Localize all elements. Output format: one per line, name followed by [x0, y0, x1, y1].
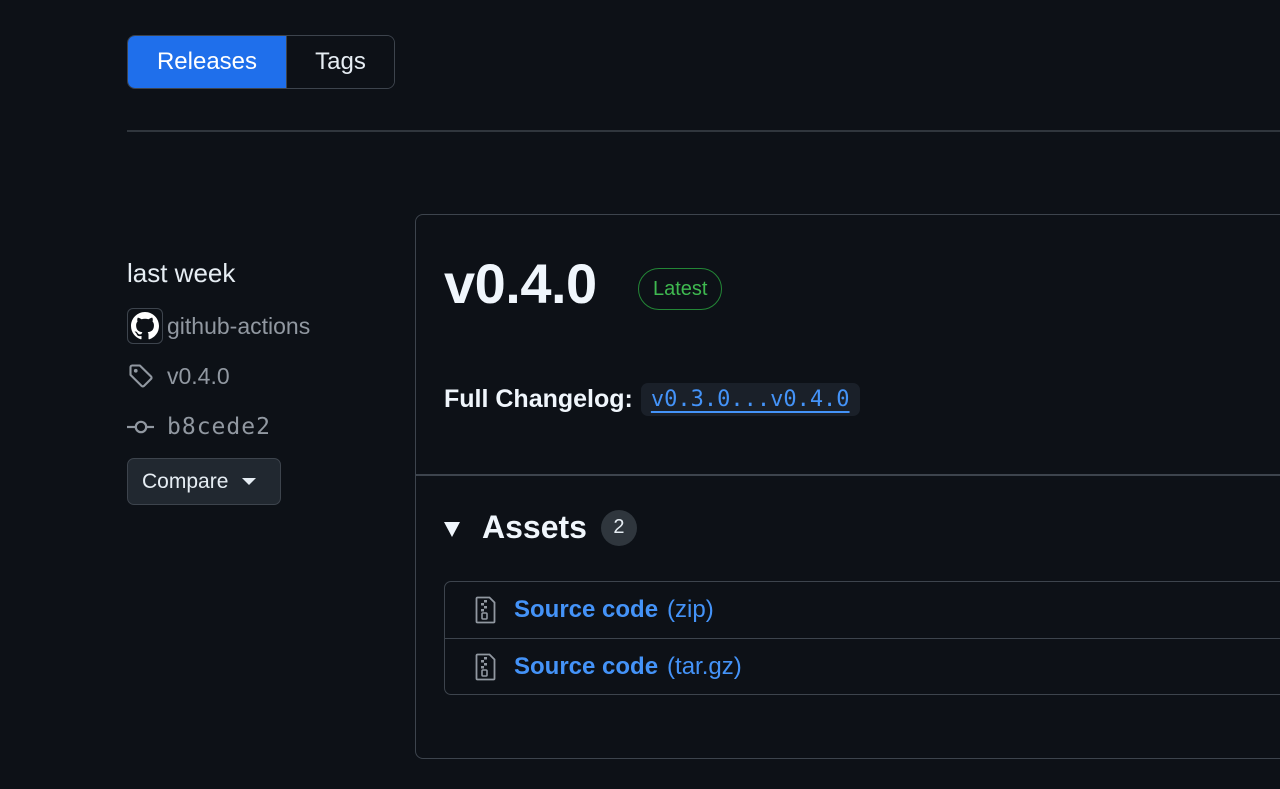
asset-list: Source code (zip) Source code (tar.gz)	[444, 581, 1280, 695]
asset-name[interactable]: Source code	[514, 596, 658, 624]
release-card: v0.4.0 Latest Full Changelog: v0.3.0...v…	[415, 214, 1280, 759]
tag-icon	[127, 358, 163, 394]
asset-item-targz[interactable]: Source code (tar.gz)	[445, 638, 1280, 694]
tab-releases[interactable]: Releases	[128, 36, 286, 88]
release-title[interactable]: v0.4.0	[444, 251, 597, 316]
compare-button[interactable]: Compare	[127, 458, 281, 505]
file-zip-icon	[475, 596, 499, 624]
release-date: last week	[127, 258, 236, 288]
author-name[interactable]: github-actions	[167, 313, 310, 340]
header-divider	[127, 130, 1280, 132]
commit-row: b8cede2	[127, 409, 271, 445]
commit-sha[interactable]: b8cede2	[167, 414, 271, 440]
latest-badge: Latest	[638, 268, 723, 310]
release-tabs: Releases Tags	[127, 35, 395, 89]
changelog-compare-link[interactable]: v0.3.0...v0.4.0	[640, 383, 860, 416]
asset-item-zip[interactable]: Source code (zip)	[445, 582, 1280, 638]
author-row: github-actions	[127, 308, 310, 344]
author-avatar[interactable]	[127, 308, 163, 344]
asset-ext[interactable]: (zip)	[667, 596, 714, 624]
tab-tags[interactable]: Tags	[286, 36, 394, 88]
assets-count-badge: 2	[600, 509, 637, 546]
card-divider	[416, 474, 1280, 476]
assets-title: Assets	[482, 509, 587, 545]
tag-name[interactable]: v0.4.0	[167, 363, 230, 390]
commit-icon	[127, 409, 163, 445]
assets-toggle[interactable]: Assets 2	[444, 509, 637, 546]
changelog-label: Full Changelog:	[444, 385, 633, 413]
github-logo-icon	[131, 312, 159, 340]
changelog-line: Full Changelog: v0.3.0...v0.4.0	[444, 383, 860, 416]
compare-button-label: Compare	[142, 469, 229, 493]
asset-name[interactable]: Source code	[514, 653, 658, 681]
triangle-down-icon	[444, 522, 460, 537]
caret-down-icon	[242, 478, 257, 485]
file-zip-icon	[475, 653, 499, 681]
asset-ext[interactable]: (tar.gz)	[667, 653, 742, 681]
tag-row: v0.4.0	[127, 358, 230, 394]
